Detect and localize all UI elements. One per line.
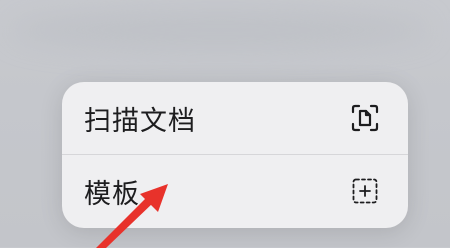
- document-scan-icon: [351, 104, 379, 132]
- add-template-icon: [352, 178, 378, 204]
- pointer-arrow-annotation: [96, 184, 168, 248]
- background-blur: [10, 10, 430, 50]
- menu-item-scan-document[interactable]: 扫描文档: [62, 82, 408, 154]
- menu-item-label: 扫描文档: [84, 105, 196, 137]
